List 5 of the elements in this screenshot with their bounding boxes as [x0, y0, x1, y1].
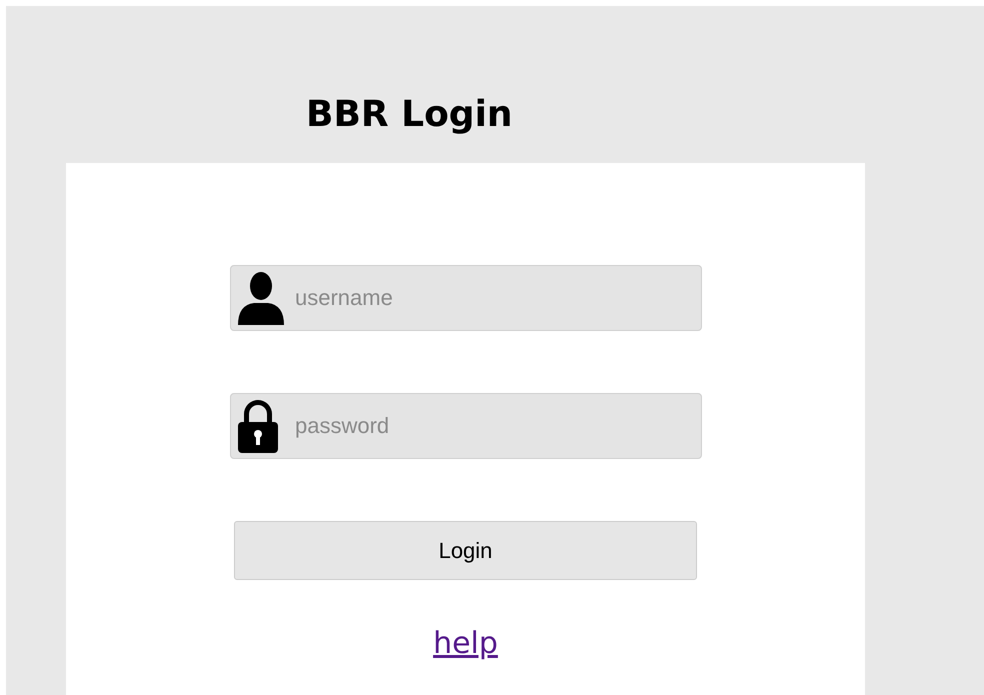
page-title: BBR Login [306, 94, 513, 135]
password-field[interactable]: password [230, 393, 702, 459]
login-button[interactable]: Login [234, 521, 697, 580]
username-field[interactable]: username [230, 265, 702, 331]
help-link[interactable]: help [433, 626, 498, 661]
